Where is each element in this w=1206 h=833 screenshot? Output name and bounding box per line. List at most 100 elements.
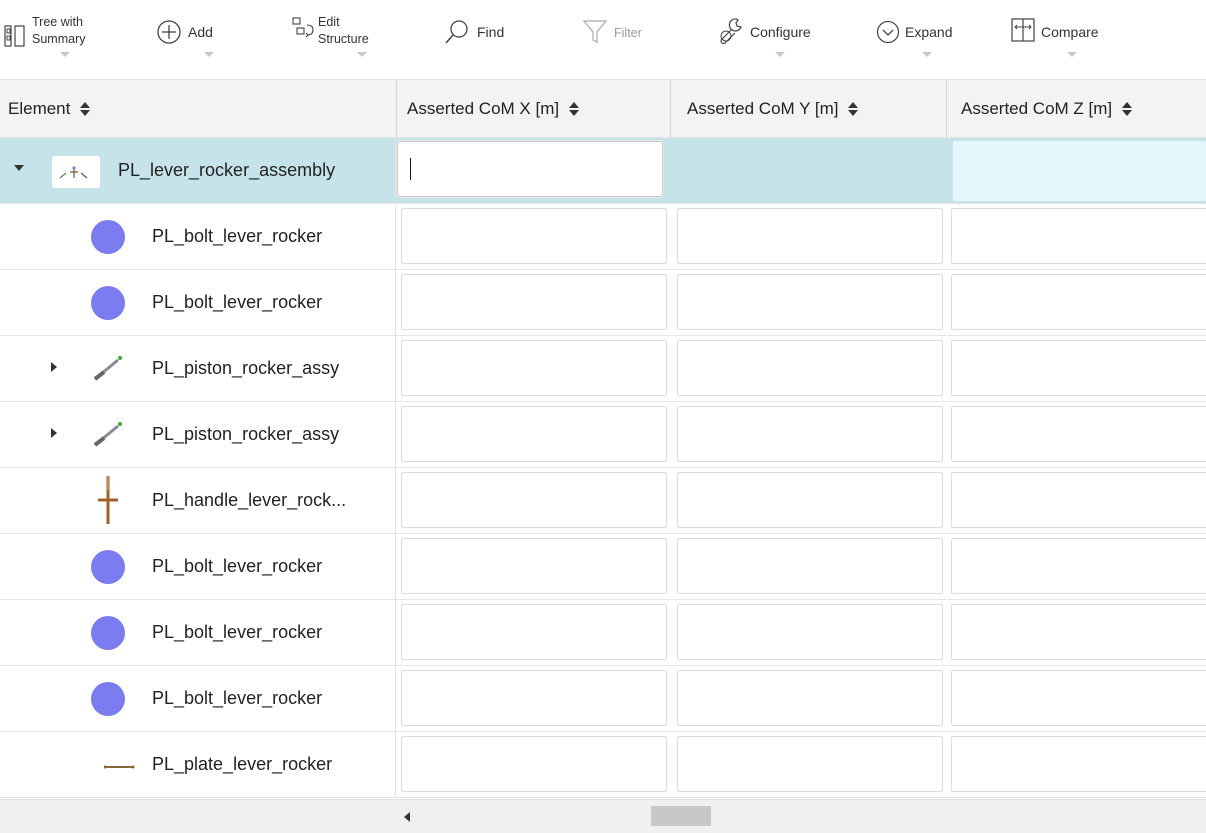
com-z-cell[interactable] <box>951 406 1206 462</box>
com-x-cell[interactable] <box>401 736 667 792</box>
scrollbar-thumb[interactable] <box>651 806 711 826</box>
table-row[interactable]: PL_bolt_lever_rocker <box>0 270 1206 336</box>
com-x-cell[interactable] <box>401 604 667 660</box>
expand-button[interactable]: Expand <box>876 14 952 74</box>
expand-toggle[interactable] <box>51 428 57 438</box>
tree-summary-icon <box>4 25 25 47</box>
column-header-com-y[interactable]: Asserted CoM Y [m] <box>670 80 946 138</box>
scroll-left-icon[interactable] <box>404 812 410 822</box>
element-cell[interactable]: PL_piston_rocker_assy <box>0 402 396 467</box>
element-name: PL_piston_rocker_assy <box>152 424 340 444</box>
horizontal-scrollbar[interactable] <box>0 799 1206 833</box>
configure-dropdown-caret[interactable] <box>775 52 785 57</box>
bolt-icon <box>90 549 126 585</box>
com-x-input[interactable] <box>397 141 663 197</box>
configure-button[interactable]: Configure <box>716 14 811 74</box>
expand-toggle[interactable] <box>51 362 57 372</box>
com-z-cell[interactable] <box>953 141 1206 201</box>
com-z-cell[interactable] <box>951 340 1206 396</box>
com-x-cell[interactable] <box>401 538 667 594</box>
table-row[interactable]: PL_handle_lever_rock... <box>0 468 1206 534</box>
column-header-com-z[interactable]: Asserted CoM Z [m] <box>946 80 1206 138</box>
com-y-cell[interactable] <box>677 406 943 462</box>
com-z-cell[interactable] <box>951 670 1206 726</box>
table-row[interactable]: PL_piston_rocker_assy <box>0 336 1206 402</box>
bolt-icon <box>90 615 126 651</box>
add-button[interactable]: Add <box>156 14 213 74</box>
com-y-cell[interactable] <box>677 472 943 528</box>
expand-dropdown-caret[interactable] <box>922 52 932 57</box>
element-name: PL_handle_lever_rock... <box>152 490 347 510</box>
filter-icon <box>582 20 608 43</box>
element-cell[interactable]: PL_lever_rocker_assembly <box>0 138 396 203</box>
element-cell[interactable]: PL_bolt_lever_rocker <box>0 270 396 335</box>
com-z-cell[interactable] <box>951 472 1206 528</box>
handle-icon <box>96 472 120 528</box>
table-row[interactable]: PL_plate_lever_rocker <box>0 732 1206 798</box>
com-z-cell[interactable] <box>951 538 1206 594</box>
tree-with-summary-button[interactable]: Tree with Summary <box>4 14 85 74</box>
bolt-icon <box>90 219 126 255</box>
table-row[interactable]: PL_bolt_lever_rocker <box>0 666 1206 732</box>
table-row[interactable]: PL_bolt_lever_rocker <box>0 600 1206 666</box>
filter-label: Filter <box>614 26 642 40</box>
com-y-cell[interactable] <box>677 670 943 726</box>
edit-structure-button[interactable]: Edit Structure <box>292 14 369 74</box>
tree-summary-dropdown-caret[interactable] <box>60 52 70 57</box>
plate-icon <box>103 747 140 783</box>
com-y-cell[interactable] <box>677 274 943 330</box>
element-cell[interactable]: PL_handle_lever_rock... <box>0 468 396 533</box>
find-label: Find <box>477 24 505 40</box>
tree-summary-label-2: Summary <box>32 32 86 46</box>
element-cell[interactable]: PL_piston_rocker_assy <box>0 336 396 401</box>
element-cell[interactable]: PL_bolt_lever_rocker <box>0 666 396 731</box>
sort-icon[interactable] <box>80 102 91 116</box>
com-z-cell[interactable] <box>951 208 1206 264</box>
com-y-cell[interactable] <box>677 208 943 264</box>
com-x-cell[interactable] <box>401 472 667 528</box>
column-header-com-x[interactable]: Asserted CoM X [m] <box>396 80 670 138</box>
sort-icon[interactable] <box>1122 102 1133 116</box>
com-z-cell[interactable] <box>951 604 1206 660</box>
column-header-com-x-label: Asserted CoM X [m] <box>407 99 560 118</box>
toolbar: Tree with Summary Add Edit Structure Fin… <box>0 0 1206 79</box>
filter-button[interactable]: Filter <box>582 14 642 74</box>
compare-dropdown-caret[interactable] <box>1067 52 1077 57</box>
com-y-cell[interactable] <box>677 736 943 792</box>
table-row[interactable]: PL_bolt_lever_rocker <box>0 204 1206 270</box>
element-cell[interactable]: PL_plate_lever_rocker <box>0 732 396 797</box>
find-button[interactable]: Find <box>443 14 504 74</box>
column-header-com-z-label: Asserted CoM Z [m] <box>961 99 1113 118</box>
element-cell[interactable]: PL_bolt_lever_rocker <box>0 534 396 599</box>
column-header-com-y-label: Asserted CoM Y [m] <box>687 99 839 118</box>
com-x-cell[interactable] <box>401 274 667 330</box>
com-x-cell[interactable] <box>401 208 667 264</box>
tree-summary-label-1: Tree with <box>32 15 83 29</box>
assembly-icon <box>52 156 100 188</box>
com-x-cell[interactable] <box>401 670 667 726</box>
table-row[interactable]: PL_lever_rocker_assembly <box>0 138 1206 204</box>
edit-structure-label-2: Structure <box>318 32 369 46</box>
column-header: Element Asserted CoM X [m] Asserted CoM … <box>0 79 1206 138</box>
sort-icon[interactable] <box>848 102 859 116</box>
table-row[interactable]: PL_piston_rocker_assy <box>0 402 1206 468</box>
collapse-toggle[interactable] <box>14 165 24 171</box>
com-y-cell[interactable] <box>677 538 943 594</box>
sort-icon[interactable] <box>569 102 580 116</box>
element-cell[interactable]: PL_bolt_lever_rocker <box>0 600 396 665</box>
add-dropdown-caret[interactable] <box>204 52 214 57</box>
com-z-cell[interactable] <box>951 736 1206 792</box>
column-header-element[interactable]: Element <box>8 80 396 138</box>
com-y-cell[interactable] <box>677 604 943 660</box>
com-y-cell[interactable] <box>678 142 942 198</box>
bolt-icon <box>90 285 126 321</box>
table-row[interactable]: PL_bolt_lever_rocker <box>0 534 1206 600</box>
com-x-cell[interactable] <box>401 340 667 396</box>
element-name: PL_bolt_lever_rocker <box>152 226 323 246</box>
compare-button[interactable]: Compare <box>1011 14 1099 74</box>
com-y-cell[interactable] <box>677 340 943 396</box>
com-x-cell[interactable] <box>401 406 667 462</box>
element-cell[interactable]: PL_bolt_lever_rocker <box>0 204 396 269</box>
com-z-cell[interactable] <box>951 274 1206 330</box>
edit-structure-dropdown-caret[interactable] <box>357 52 367 57</box>
